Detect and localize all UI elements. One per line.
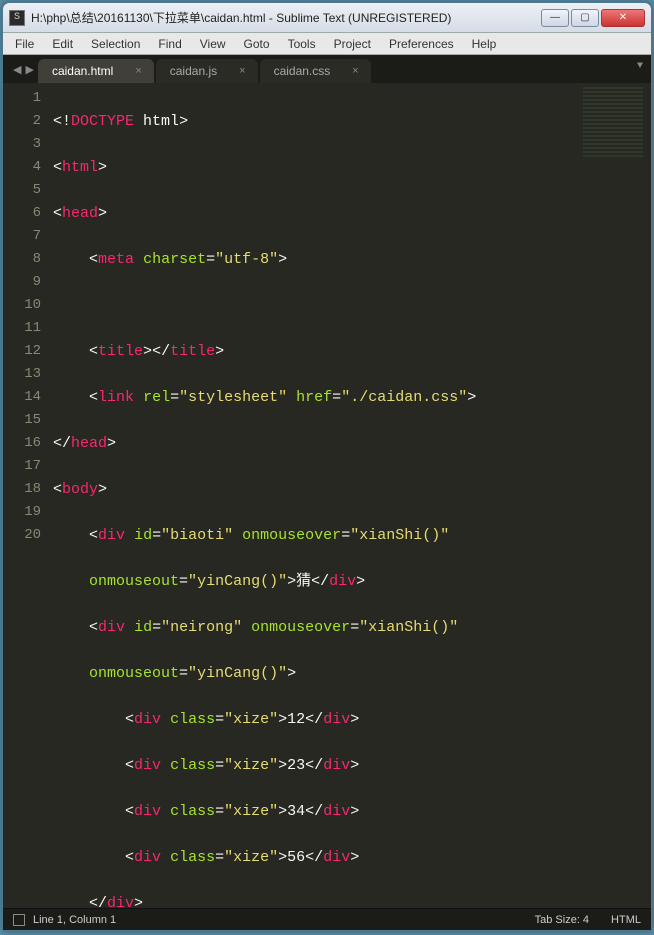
tab-back-icon[interactable]: ◀ [13,63,21,77]
maximize-button[interactable]: ▢ [571,9,599,27]
code-area[interactable]: <!DOCTYPE html> <html> <head> <meta char… [53,83,581,908]
app-window: S H:\php\总结\20161130\下拉菜单\caidan.html - … [2,2,652,931]
line-number: 17 [3,455,41,478]
line-number: 13 [3,363,41,386]
tab-forward-icon[interactable]: ▶ [25,63,33,77]
menu-view[interactable]: View [192,35,234,53]
minimap[interactable] [581,83,651,908]
line-number: 8 [3,248,41,271]
code-line: <!DOCTYPE html> [53,110,581,133]
code-line: <html> [53,156,581,179]
line-number-gutter: 1 2 3 4 5 6 7 8 9 10 11 12 13 14 15 16 1… [3,83,53,908]
code-line: <div id="biaoti" onmouseover="xianShi()" [53,524,581,547]
app-icon-letter: S [14,12,20,23]
status-position[interactable]: Line 1, Column 1 [33,914,116,926]
menubar: File Edit Selection Find View Goto Tools… [3,33,651,55]
code-line: <div class="xize">12</div> [53,708,581,731]
code-line: <div id="neirong" onmouseover="xianShi()… [53,616,581,639]
code-line: <meta charset="utf-8"> [53,248,581,271]
tab-caidan-css[interactable]: caidan.css × [260,59,371,83]
menu-help[interactable]: Help [464,35,505,53]
close-icon: ✕ [619,12,627,23]
line-number: 14 [3,386,41,409]
code-line: </head> [53,432,581,455]
tabbar: ◀ ▶ caidan.html × caidan.js × caidan.css… [3,55,651,83]
tab-label: caidan.css [274,64,331,78]
line-number: 1 [3,87,41,110]
line-number: 19 [3,501,41,524]
code-line: <title></title> [53,340,581,363]
code-line: onmouseout="yinCang()"> [53,662,581,685]
close-button[interactable]: ✕ [601,9,645,27]
minimap-preview [583,87,643,157]
code-line: <body> [53,478,581,501]
line-number: 15 [3,409,41,432]
maximize-icon: ▢ [580,12,589,23]
tab-caidan-html[interactable]: caidan.html × [38,59,154,83]
line-number: 9 [3,271,41,294]
code-line: <head> [53,202,581,225]
line-number: 16 [3,432,41,455]
menu-edit[interactable]: Edit [44,35,81,53]
line-number: 18 [3,478,41,501]
statusbar: Line 1, Column 1 Tab Size: 4 HTML [3,908,651,930]
window-title: H:\php\总结\20161130\下拉菜单\caidan.html - Su… [31,9,541,26]
code-line: onmouseout="yinCang()">猜</div> [53,570,581,593]
window-controls: — ▢ ✕ [541,9,645,27]
tab-close-icon[interactable]: × [135,65,141,77]
line-number: 7 [3,225,41,248]
titlebar[interactable]: S H:\php\总结\20161130\下拉菜单\caidan.html - … [3,3,651,33]
minimize-button[interactable]: — [541,9,569,27]
code-line: <div class="xize">56</div> [53,846,581,869]
line-number: 10 [3,294,41,317]
tab-label: caidan.js [170,64,217,78]
minimize-icon: — [550,12,560,23]
menu-find[interactable]: Find [150,35,189,53]
menu-selection[interactable]: Selection [83,35,148,53]
line-number: 5 [3,179,41,202]
tab-overflow-icon[interactable]: ▼ [637,61,643,72]
code-line: </div> [53,892,581,908]
menu-file[interactable]: File [7,35,42,53]
menu-tools[interactable]: Tools [280,35,324,53]
status-syntax[interactable]: HTML [611,914,641,926]
menu-preferences[interactable]: Preferences [381,35,462,53]
tab-close-icon[interactable]: × [239,65,245,77]
status-tabsize[interactable]: Tab Size: 4 [535,914,589,926]
menu-project[interactable]: Project [326,35,379,53]
line-number: 3 [3,133,41,156]
editor: 1 2 3 4 5 6 7 8 9 10 11 12 13 14 15 16 1… [3,83,651,908]
code-line: <div class="xize">34</div> [53,800,581,823]
menu-goto[interactable]: Goto [236,35,278,53]
tab-close-icon[interactable]: × [352,65,358,77]
line-number: 11 [3,317,41,340]
tab-caidan-js[interactable]: caidan.js × [156,59,258,83]
line-number: 20 [3,524,41,547]
tab-label: caidan.html [52,64,113,78]
tab-history-arrows: ◀ ▶ [9,59,38,83]
line-number: 6 [3,202,41,225]
app-icon: S [9,10,25,26]
status-panel-icon[interactable] [13,914,25,926]
line-number: 12 [3,340,41,363]
code-line [53,294,581,317]
code-line: <link rel="stylesheet" href="./caidan.cs… [53,386,581,409]
code-line: <div class="xize">23</div> [53,754,581,777]
line-number: 4 [3,156,41,179]
line-number: 2 [3,110,41,133]
